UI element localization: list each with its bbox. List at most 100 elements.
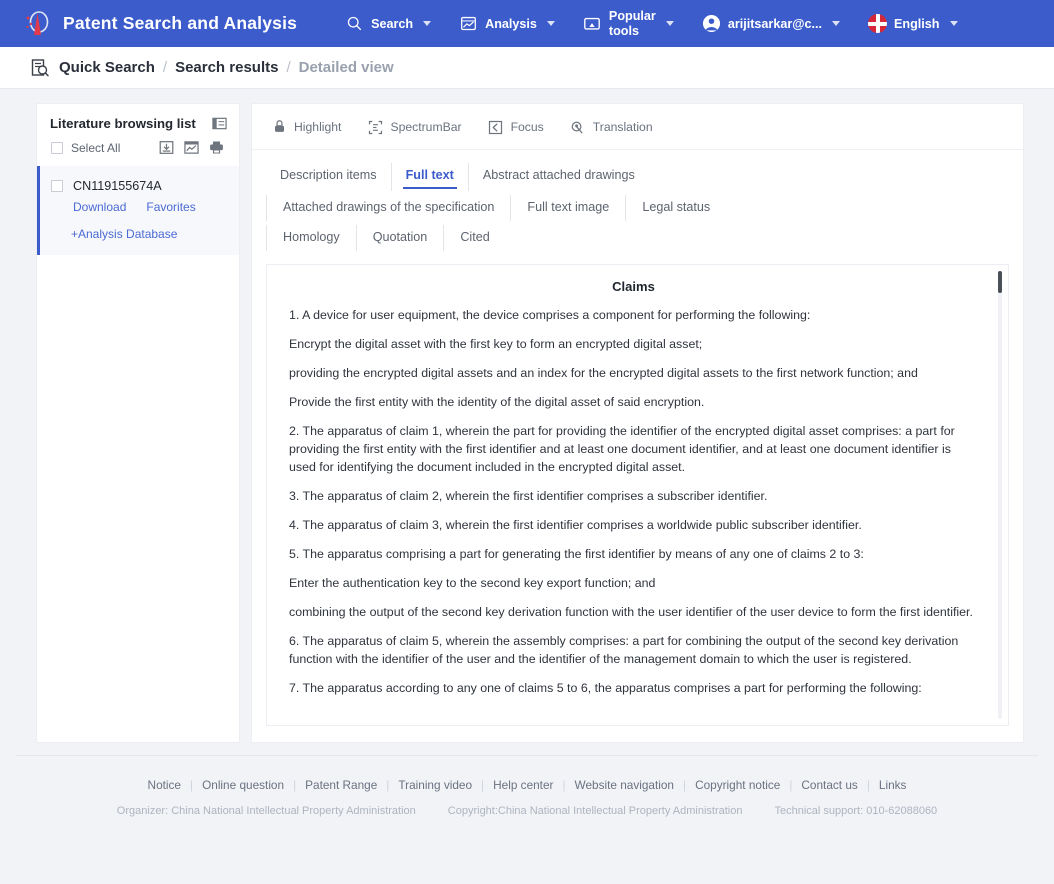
add-analysis-database-link[interactable]: +Analysis Database xyxy=(71,227,227,241)
footer-copyright: Copyright:China National Intellectual Pr… xyxy=(447,805,743,817)
detail-main-panel: Highlight SpectrumBar Focus Translation … xyxy=(251,103,1024,743)
claim-paragraph: Encrypt the digital asset with the first… xyxy=(289,336,703,351)
search-icon xyxy=(345,14,364,33)
claim-paragraph: 4. The apparatus of claim 3, wherein the… xyxy=(289,517,862,532)
nav-label-search: Search xyxy=(371,16,414,31)
list-item[interactable]: CN119155674A Download Favorites +Analysi… xyxy=(37,166,239,255)
tab-row-primary: Description items Full text Abstract att… xyxy=(266,163,1023,191)
patent-logo-icon xyxy=(22,9,52,39)
claim-paragraph: Provide the first entity with the identi… xyxy=(289,394,705,409)
footer-link-links[interactable]: Links xyxy=(870,778,916,792)
tab-homology[interactable]: Homology xyxy=(266,225,356,251)
focus-label: Focus xyxy=(510,120,544,134)
footer-meta: Organizer: China National Intellectual P… xyxy=(0,805,1054,817)
nav-item-user-account[interactable]: arijitsarkar@c... xyxy=(688,0,854,47)
highlight-button[interactable]: Highlight xyxy=(271,119,341,135)
breadcrumb-item-detailed-view[interactable]: Detailed view xyxy=(299,59,394,76)
spectrum-bar-icon xyxy=(367,119,383,135)
select-all-control[interactable]: Select All xyxy=(51,141,120,155)
tab-legal-status[interactable]: Legal status xyxy=(625,195,726,221)
nav-item-language[interactable]: English xyxy=(854,0,971,47)
literature-browsing-sidebar: Literature browsing list Select All CN11… xyxy=(36,103,240,743)
tab-full-text[interactable]: Full text xyxy=(390,163,468,191)
literature-row: CN119155674A xyxy=(51,179,227,193)
literature-id: CN119155674A xyxy=(73,179,162,193)
select-all-label: Select All xyxy=(71,140,121,155)
document-tabs: Description items Full text Abstract att… xyxy=(252,150,1023,255)
nav-item-analysis[interactable]: Analysis xyxy=(445,0,569,47)
translation-icon xyxy=(570,119,586,135)
highlight-label: Highlight xyxy=(294,120,342,134)
literature-checkbox[interactable] xyxy=(51,180,63,192)
download-link[interactable]: Download xyxy=(73,200,126,214)
tab-description-items[interactable]: Description items xyxy=(266,163,391,191)
tab-abstract-attached-drawings[interactable]: Abstract attached drawings xyxy=(467,163,649,191)
favorites-link[interactable]: Favorites xyxy=(146,200,195,214)
popular-tools-icon xyxy=(583,14,602,33)
sidebar-title: Literature browsing list xyxy=(50,116,196,131)
document-scroll-area[interactable]: Claims 1. A device for user equipment, t… xyxy=(267,265,1008,725)
scrollbar-thumb[interactable] xyxy=(998,271,1002,293)
focus-button[interactable]: Focus xyxy=(488,119,544,135)
nav-item-popular-tools[interactable]: Popular tools xyxy=(569,0,688,47)
footer-link-training-video[interactable]: Training video xyxy=(389,778,481,792)
tab-cited[interactable]: Cited xyxy=(443,225,505,251)
claim-paragraph: combining the output of the second key d… xyxy=(289,604,973,619)
tab-quotation[interactable]: Quotation xyxy=(355,225,444,251)
page-footer: Notice | Online question | Patent Range | T… xyxy=(0,756,1054,817)
footer-link-copyright-notice[interactable]: Copyright notice xyxy=(686,778,789,792)
footer-link-notice[interactable]: Notice xyxy=(139,778,190,792)
print-icon[interactable] xyxy=(209,140,224,155)
document-scrollbar[interactable] xyxy=(998,271,1002,719)
document-search-icon xyxy=(30,58,50,78)
chevron-down-icon[interactable] xyxy=(832,21,841,26)
nav-label-analysis: Analysis xyxy=(485,16,537,31)
uk-flag-icon xyxy=(868,14,888,33)
claim-paragraph: 2. The apparatus of claim 1, wherein the… xyxy=(289,423,955,474)
nav-label-language: English xyxy=(894,16,940,31)
footer-link-website-navigation[interactable]: Website navigation xyxy=(566,778,683,792)
claim-paragraph: 3. The apparatus of claim 2, wherein the… xyxy=(289,488,768,503)
spectrumbar-label: SpectrumBar xyxy=(390,120,462,134)
brand[interactable]: Patent Search and Analysis xyxy=(22,9,297,39)
brand-title: Patent Search and Analysis xyxy=(63,13,298,33)
focus-icon xyxy=(488,119,504,135)
footer-link-help-center[interactable]: Help center xyxy=(484,778,562,792)
sidebar-tools: Select All xyxy=(37,140,239,166)
nav-label-user-email: arijitsarkar@c... xyxy=(727,16,823,31)
primary-nav: Search Analysis Popular tools arijitsark… xyxy=(331,0,971,47)
analysis-chart-icon xyxy=(459,14,478,33)
collapse-panel-icon[interactable] xyxy=(212,116,227,131)
literature-actions: Download Favorites xyxy=(73,200,227,214)
chevron-down-icon[interactable] xyxy=(665,21,674,26)
footer-link-contact-us[interactable]: Contact us xyxy=(792,778,866,792)
download-icon[interactable] xyxy=(159,140,174,155)
breadcrumb-separator: / xyxy=(286,59,291,76)
chevron-down-icon[interactable] xyxy=(546,21,555,26)
document-toolbar: Highlight SpectrumBar Focus Translation xyxy=(252,104,1023,150)
chevron-down-icon[interactable] xyxy=(949,21,958,26)
breadcrumb-separator: / xyxy=(162,59,168,76)
chevron-down-icon[interactable] xyxy=(423,21,432,26)
tab-row-secondary: Attached drawings of the specification F… xyxy=(266,195,1023,221)
claim-paragraph: providing the encrypted digital assets a… xyxy=(289,365,918,380)
claim-paragraph: 1. A device for user equipment, the devi… xyxy=(289,308,811,322)
footer-links: Notice | Online question | Patent Range | T… xyxy=(0,778,1054,792)
nav-item-search[interactable]: Search xyxy=(331,0,445,47)
popular-tools-line2: tools xyxy=(608,23,640,38)
footer-link-online-question[interactable]: Online question xyxy=(193,778,293,792)
tab-full-text-image[interactable]: Full text image xyxy=(510,195,625,221)
export-image-icon[interactable] xyxy=(184,140,199,155)
breadcrumb-item-quick-search[interactable]: Quick Search xyxy=(59,59,155,76)
breadcrumb-item-search-results[interactable]: Search results xyxy=(175,59,278,76)
select-all-checkbox[interactable] xyxy=(51,141,63,154)
translation-button[interactable]: Translation xyxy=(570,119,653,135)
breadcrumb: Quick Search / Search results / Detailed… xyxy=(0,47,1054,89)
claim-paragraph: 6. The apparatus of claim 5, wherein the… xyxy=(289,633,959,666)
tab-attached-drawings-specification[interactable]: Attached drawings of the specification xyxy=(266,195,510,221)
sidebar-header: Literature browsing list xyxy=(37,104,239,140)
footer-organizer: Organizer: China National Intellectual P… xyxy=(116,805,416,817)
footer-link-patent-range[interactable]: Patent Range xyxy=(296,778,386,792)
spectrumbar-button[interactable]: SpectrumBar xyxy=(367,119,462,135)
footer-technical-support: Technical support: 010-62088060 xyxy=(774,805,938,817)
